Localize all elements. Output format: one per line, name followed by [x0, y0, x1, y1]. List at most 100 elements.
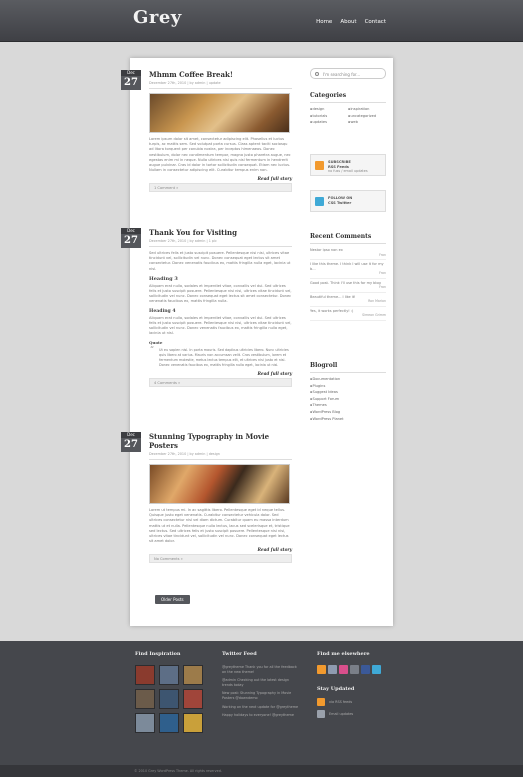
rss-icon [317, 698, 325, 706]
social-icons [317, 665, 381, 674]
post-excerpt: Lorem ipsum dolor sit amet, consectetur … [149, 137, 291, 173]
read-more-link[interactable]: Read full story [149, 176, 292, 181]
gallery-thumbnail[interactable] [183, 689, 203, 709]
post: Dec 27 Mhmm Coffee Break! December 27th,… [121, 70, 292, 193]
post: Dec 27 Stunning Typography in Movie Post… [121, 432, 292, 564]
category-link[interactable]: web [348, 120, 386, 124]
heading-3: Heading 3 [149, 275, 178, 282]
tweet: New post: Stunning Typography in Movie P… [222, 691, 292, 700]
post: Dec 27 Thank You for Visiting December 2… [121, 228, 292, 388]
search-input[interactable]: I'm searching for... [310, 68, 386, 79]
search-placeholder: I'm searching for... [323, 71, 361, 77]
delicious-icon[interactable] [328, 665, 337, 674]
category-link[interactable]: tutorials [310, 114, 348, 118]
main-nav: Home About Contact [316, 19, 386, 25]
blogroll-link[interactable]: WordPress Blog [310, 410, 386, 414]
recent-comments-widget: Recent Comments Nestor ipso non ex Fran … [310, 233, 386, 323]
blogroll-link[interactable]: Plugins [310, 384, 386, 388]
follow-box[interactable]: FOLLOW ON CSS Twitter [310, 190, 386, 212]
nav-item-about[interactable]: About [340, 19, 356, 25]
rss-icon[interactable] [317, 665, 326, 674]
blogroll-link[interactable]: Suggest Ideas [310, 390, 386, 394]
date-day: 27 [124, 439, 138, 450]
nav-item-home[interactable]: Home [316, 19, 332, 25]
sidebar: I'm searching for... Categories design i… [310, 68, 386, 421]
blogroll-link[interactable]: Documentation [310, 377, 386, 381]
gallery-thumbnail[interactable] [183, 713, 203, 733]
post-meta: December 27th, 2010 | by admin | design [149, 450, 292, 460]
category-link[interactable]: updates [310, 120, 348, 124]
subscribe-note: no fuss / email updates [328, 169, 368, 173]
footer-inspiration: Find Inspiration [135, 651, 203, 733]
date-day: 27 [124, 77, 138, 88]
rss-icon [315, 161, 324, 170]
gallery-thumbnail[interactable] [159, 689, 179, 709]
categories-widget: Categories design inspiration tutorials … [310, 92, 386, 124]
read-more-link[interactable]: Read full story [149, 547, 292, 552]
older-posts-button[interactable]: Older Posts [155, 595, 190, 604]
gallery-thumbnail[interactable] [183, 665, 203, 685]
recent-comment[interactable]: Good post. Think I'll use this for my bl… [310, 281, 386, 293]
recent-comments-title: Recent Comments [310, 233, 386, 244]
category-link[interactable]: design [310, 107, 348, 111]
content-page: Dec 27 Mhmm Coffee Break! December 27th,… [121, 58, 393, 626]
gallery-thumbnail[interactable] [135, 665, 155, 685]
category-link[interactable]: inspiration [348, 107, 386, 111]
footer-updates-title: Stay Updated [317, 686, 355, 692]
post-image[interactable] [149, 464, 290, 504]
gallery-thumbnail[interactable] [159, 713, 179, 733]
read-more-link[interactable]: Read full story [149, 371, 292, 376]
post-meta: December 27th, 2010 | by admin | update [149, 79, 292, 89]
gallery-thumbnail[interactable] [135, 689, 155, 709]
tweet: Happy holidays to everyone! @greytheme [222, 713, 294, 718]
blogroll-link[interactable]: Themes [310, 403, 386, 407]
blogroll-list: Documentation Plugins Suggest Ideas Supp… [310, 377, 386, 421]
comments-link[interactable]: 1 Comment » [149, 183, 292, 193]
recent-comment[interactable]: Beautiful theme... I like it! Ron Marion [310, 295, 386, 307]
quote-label: Quote [149, 340, 163, 346]
date-badge: Dec 27 [121, 432, 141, 452]
blockquote: Ut eu sapien nisl. In porta mauris. Sed … [149, 347, 292, 368]
post-title[interactable]: Thank You for Visiting [149, 228, 292, 237]
post-meta: December 27th, 2010 | by admin | 1 pic [149, 237, 292, 247]
gallery-thumbnail[interactable] [135, 713, 155, 733]
email-update-link[interactable]: Email updates [317, 710, 381, 718]
blogroll-link[interactable]: Support Forum [310, 397, 386, 401]
footer-elsewhere: Find me elsewhere Stay Updated via RSS f… [317, 651, 381, 718]
blogroll-widget: Blogroll Documentation Plugins Suggest I… [310, 362, 386, 423]
rss-update-link[interactable]: via RSS feeds [317, 698, 381, 706]
blogroll-title: Blogroll [310, 362, 386, 373]
post-title[interactable]: Stunning Typography in Movie Posters [149, 432, 292, 450]
comments-link[interactable]: 4 Comments » [149, 378, 292, 388]
site-logo[interactable]: Grey [133, 7, 182, 28]
footer-copyright: © 2010 Grey WordPress Theme. All rights … [0, 765, 523, 777]
recent-comment[interactable]: Yes, it works perfectly! :) Simeon Grimm [310, 309, 386, 321]
facebook-icon[interactable] [361, 665, 370, 674]
email-icon[interactable] [350, 665, 359, 674]
post-image[interactable] [149, 93, 290, 133]
inspiration-gallery [135, 665, 203, 733]
footer-twitter: Twitter Feed @greytheme Thank you for al… [222, 651, 300, 718]
categories-title: Categories [310, 92, 386, 103]
flickr-icon[interactable] [339, 665, 348, 674]
tweet: @greytheme Thank you for all the feedbac… [222, 665, 297, 674]
comments-link[interactable]: No Comments » [149, 554, 292, 564]
gallery-thumbnail[interactable] [159, 665, 179, 685]
heading-4: Heading 4 [149, 308, 176, 314]
recent-comment[interactable]: Nestor ipso non ex Fran [310, 248, 386, 260]
blogroll-link[interactable]: WordPress Planet [310, 417, 386, 421]
footer-twitter-title: Twitter Feed [222, 651, 257, 657]
tweet: @admin Checking out the latest design tr… [222, 678, 289, 687]
subscribe-title: SUBSCRIBE RSS Feeds [328, 160, 351, 169]
search-icon [315, 72, 319, 76]
date-day: 27 [124, 235, 138, 246]
category-link[interactable]: uncategorized [348, 114, 386, 118]
subscribe-box[interactable]: SUBSCRIBE RSS Feeds no fuss / email updat… [310, 154, 386, 176]
footer-elsewhere-title: Find me elsewhere [317, 651, 370, 657]
twitter-icon[interactable] [372, 665, 381, 674]
post-title[interactable]: Mhmm Coffee Break! [149, 70, 292, 79]
follow-title: FOLLOW ON CSS Twitter [328, 196, 353, 205]
nav-item-contact[interactable]: Contact [365, 19, 386, 25]
twitter-icon [315, 197, 324, 206]
recent-comment[interactable]: I like this theme. I think I will use it… [310, 262, 386, 279]
